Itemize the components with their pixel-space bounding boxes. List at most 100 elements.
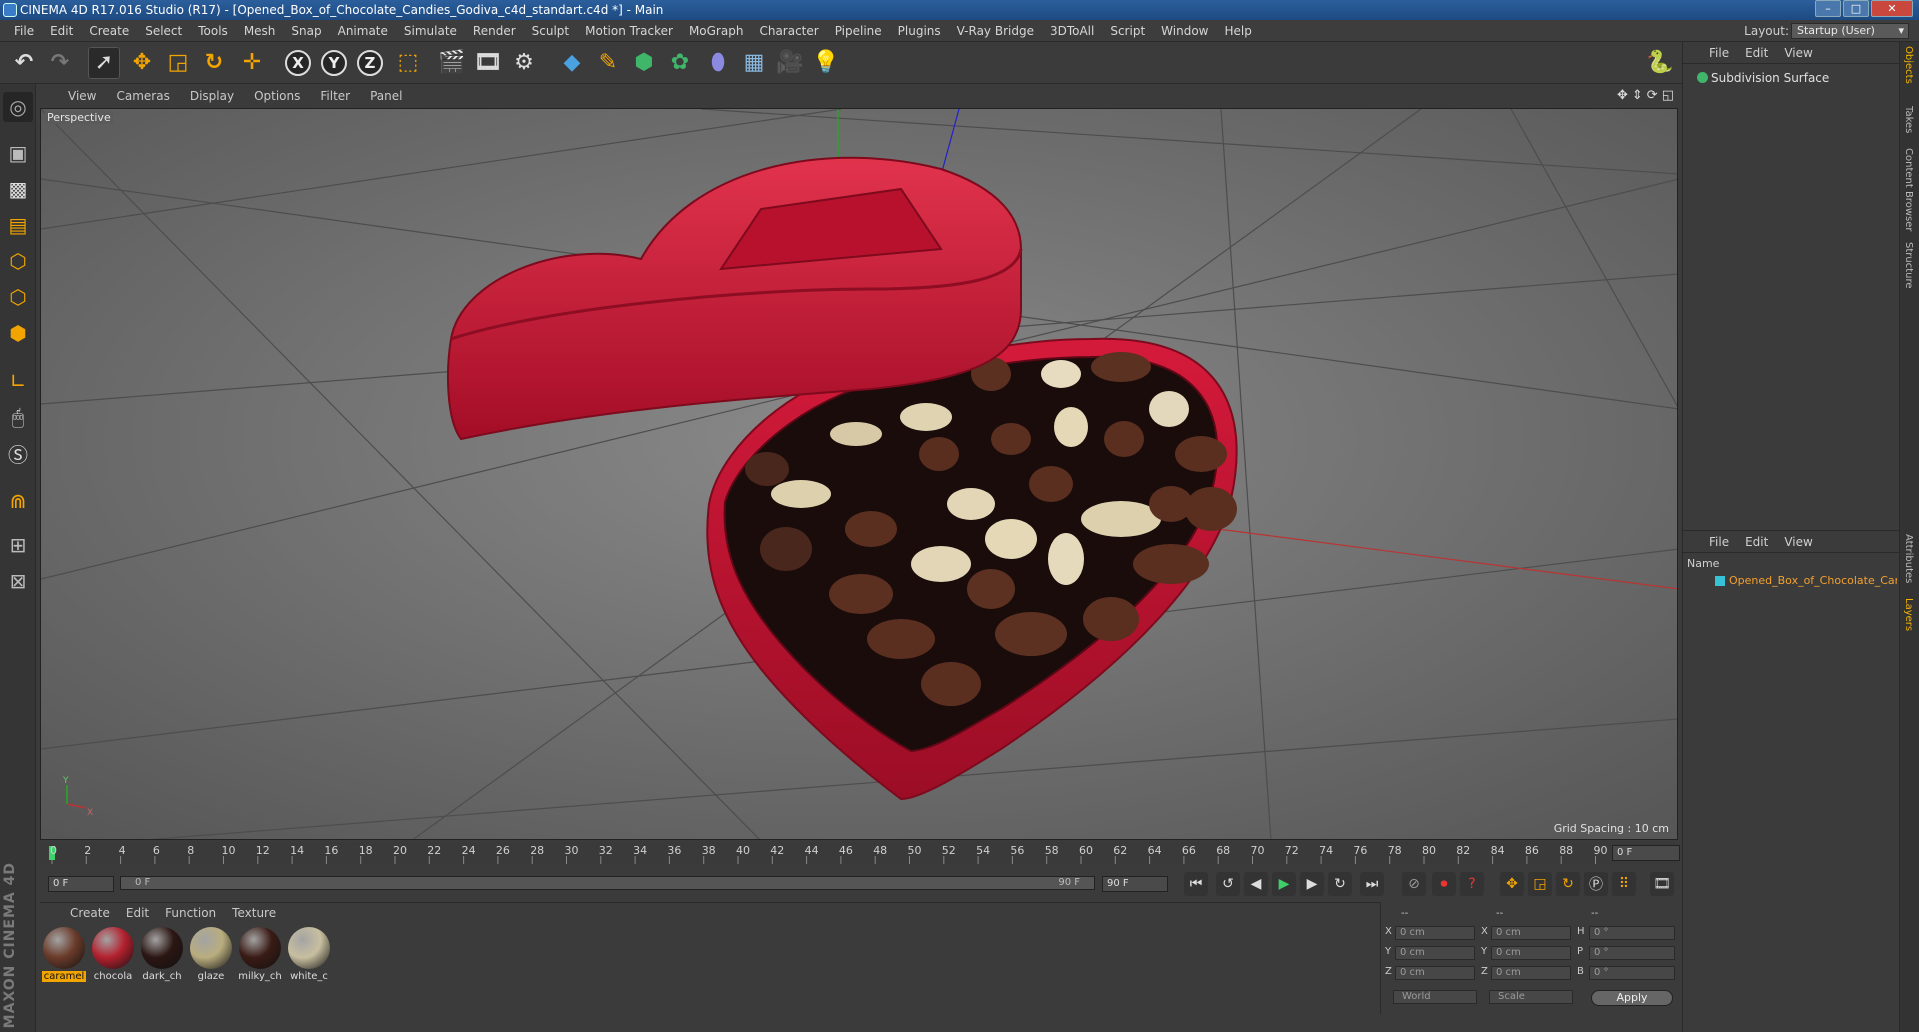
menu-character[interactable]: Character	[751, 20, 826, 42]
coord-size-field[interactable]: 0 cm	[1491, 926, 1571, 940]
current-frame-field[interactable]: 0 F	[1612, 845, 1680, 861]
menu-file[interactable]: File	[6, 20, 42, 42]
tab-layers[interactable]: Layers	[1903, 598, 1914, 631]
record-keys-button[interactable]: ⊘	[1402, 872, 1426, 896]
key-position-button[interactable]: ✥	[1500, 872, 1524, 896]
end-frame-field[interactable]: 90 F	[1102, 876, 1168, 892]
scale-mode-dropdown[interactable]: Scale	[1489, 990, 1573, 1004]
key-scale-button[interactable]: ◲	[1528, 872, 1552, 896]
viewport-menu-cameras[interactable]: Cameras	[106, 89, 179, 103]
menu-mesh[interactable]: Mesh	[236, 20, 284, 42]
menu-tools[interactable]: Tools	[190, 20, 236, 42]
object-menu-view[interactable]: View	[1776, 46, 1820, 60]
x-axis-lock-button[interactable]: X	[282, 47, 314, 79]
timeline-button[interactable]: 🎞	[1650, 872, 1674, 896]
coord-position-field[interactable]: 0 cm	[1395, 946, 1475, 960]
prev-key-button[interactable]: ↺	[1216, 872, 1240, 896]
material-menu-edit[interactable]: Edit	[118, 906, 157, 920]
texture-mode-button[interactable]: ▩	[3, 174, 33, 204]
material-swatch[interactable]: glaze	[189, 927, 233, 987]
render-view-button[interactable]: 🎬	[436, 47, 468, 79]
material-swatch[interactable]: white_c	[287, 927, 331, 987]
lock-workplane-button[interactable]: ⊞	[3, 530, 33, 560]
model-mode-button[interactable]: ▣	[3, 138, 33, 168]
tweak-mode-button[interactable]: 🖱	[3, 402, 33, 432]
prev-frame-button[interactable]: ◀	[1244, 872, 1268, 896]
apply-button[interactable]: Apply	[1591, 990, 1673, 1006]
camera-button[interactable]: 🎥	[774, 47, 806, 79]
play-button[interactable]: ▶	[1272, 872, 1296, 896]
menu-animate[interactable]: Animate	[330, 20, 396, 42]
keyframe-selection-button[interactable]: ?	[1460, 872, 1484, 896]
move-tool-button[interactable]: ✥	[126, 47, 158, 79]
workplane-mode-button[interactable]: ▤	[3, 210, 33, 240]
tab-structure[interactable]: Structure	[1903, 242, 1914, 289]
tab-content-browser[interactable]: Content Browser	[1903, 148, 1914, 231]
points-mode-button[interactable]: ⬡	[3, 246, 33, 276]
tab-attributes[interactable]: Attributes	[1903, 534, 1914, 583]
magnet-button[interactable]: ⋒	[3, 486, 33, 516]
dolly-icon[interactable]: ⇕	[1632, 88, 1643, 103]
pan-icon[interactable]: ✥	[1617, 88, 1628, 103]
z-axis-lock-button[interactable]: Z	[354, 47, 386, 79]
tab-takes[interactable]: Takes	[1903, 106, 1914, 133]
autokey-button[interactable]: ⏺	[1432, 872, 1456, 896]
menu-vray-bridge[interactable]: V-Ray Bridge	[949, 20, 1042, 42]
coord-position-field[interactable]: 0 cm	[1395, 966, 1475, 980]
minimize-button[interactable]: –	[1815, 0, 1841, 17]
layer-menu-file[interactable]: File	[1701, 535, 1737, 549]
material-swatch[interactable]: caramel	[42, 927, 86, 987]
render-picture-viewer-button[interactable]: 🎞	[472, 47, 504, 79]
menu-select[interactable]: Select	[137, 20, 190, 42]
light-button[interactable]: 💡	[810, 47, 842, 79]
tab-objects[interactable]: Objects	[1903, 46, 1914, 84]
close-button[interactable]: ✕	[1871, 0, 1913, 17]
next-frame-button[interactable]: ▶	[1300, 872, 1324, 896]
menu-create[interactable]: Create	[81, 20, 137, 42]
menu-motion-tracker[interactable]: Motion Tracker	[577, 20, 681, 42]
undo-button[interactable]: ↶	[8, 47, 40, 79]
next-key-button[interactable]: ↻	[1328, 872, 1352, 896]
render-settings-button[interactable]: ⚙	[508, 47, 540, 79]
material-menu-texture[interactable]: Texture	[224, 906, 284, 920]
coordinate-system-button[interactable]: ⬚	[392, 47, 424, 79]
menu-window[interactable]: Window	[1153, 20, 1216, 42]
material-menu-function[interactable]: Function	[157, 906, 224, 920]
coordinate-system-dropdown[interactable]: World	[1393, 990, 1477, 1004]
go-to-start-button[interactable]: ⏮	[1184, 872, 1208, 896]
snap-button[interactable]: Ⓢ	[3, 438, 33, 468]
y-axis-lock-button[interactable]: Y	[318, 47, 350, 79]
layer-menu-view[interactable]: View	[1776, 535, 1820, 549]
python-button[interactable]: 🐍	[1644, 47, 1676, 79]
key-pla-button[interactable]: ⠿	[1612, 872, 1636, 896]
menu-script[interactable]: Script	[1102, 20, 1153, 42]
menu-simulate[interactable]: Simulate	[396, 20, 465, 42]
spline-pen-button[interactable]: ✎	[592, 47, 624, 79]
material-swatch[interactable]: milky_ch	[238, 927, 282, 987]
axis-mode-button[interactable]: ∟	[3, 366, 33, 396]
transform-tool-button[interactable]: ✛	[236, 47, 268, 79]
viewport-menu-display[interactable]: Display	[180, 89, 244, 103]
menu-mograph[interactable]: MoGraph	[681, 20, 752, 42]
select-tool-button[interactable]: ➚	[88, 47, 120, 79]
start-frame-field[interactable]: 0 F	[48, 876, 114, 892]
orbit-icon[interactable]: ⟳	[1647, 88, 1658, 103]
preview-range-slider[interactable]: 0 F 90 F	[120, 876, 1095, 890]
object-menu-file[interactable]: File	[1701, 46, 1737, 60]
cube-button[interactable]: ◆	[556, 47, 588, 79]
layer-row[interactable]: Opened_Box_of_Chocolate_Candi	[1687, 573, 1897, 589]
perspective-viewport[interactable]: Y X Perspective Grid Spacing : 10 cm	[40, 108, 1678, 840]
menu-3dtoall[interactable]: 3DToAll	[1042, 20, 1102, 42]
menu-sculpt[interactable]: Sculpt	[524, 20, 577, 42]
floor-button[interactable]: ▦	[738, 47, 770, 79]
viewport-menu-view[interactable]: View	[58, 89, 106, 103]
go-to-end-button[interactable]: ⏭	[1360, 872, 1384, 896]
deformer-button[interactable]: ⬮	[702, 47, 734, 79]
polygons-mode-button[interactable]: ⬢	[3, 318, 33, 348]
workplane-align-button[interactable]: ⊠	[3, 566, 33, 596]
key-rotation-button[interactable]: ↻	[1556, 872, 1580, 896]
material-swatch[interactable]: dark_ch	[140, 927, 184, 987]
coord-rotation-field[interactable]: 0 °	[1589, 966, 1675, 980]
object-menu-edit[interactable]: Edit	[1737, 46, 1776, 60]
viewport-menu-filter[interactable]: Filter	[310, 89, 360, 103]
